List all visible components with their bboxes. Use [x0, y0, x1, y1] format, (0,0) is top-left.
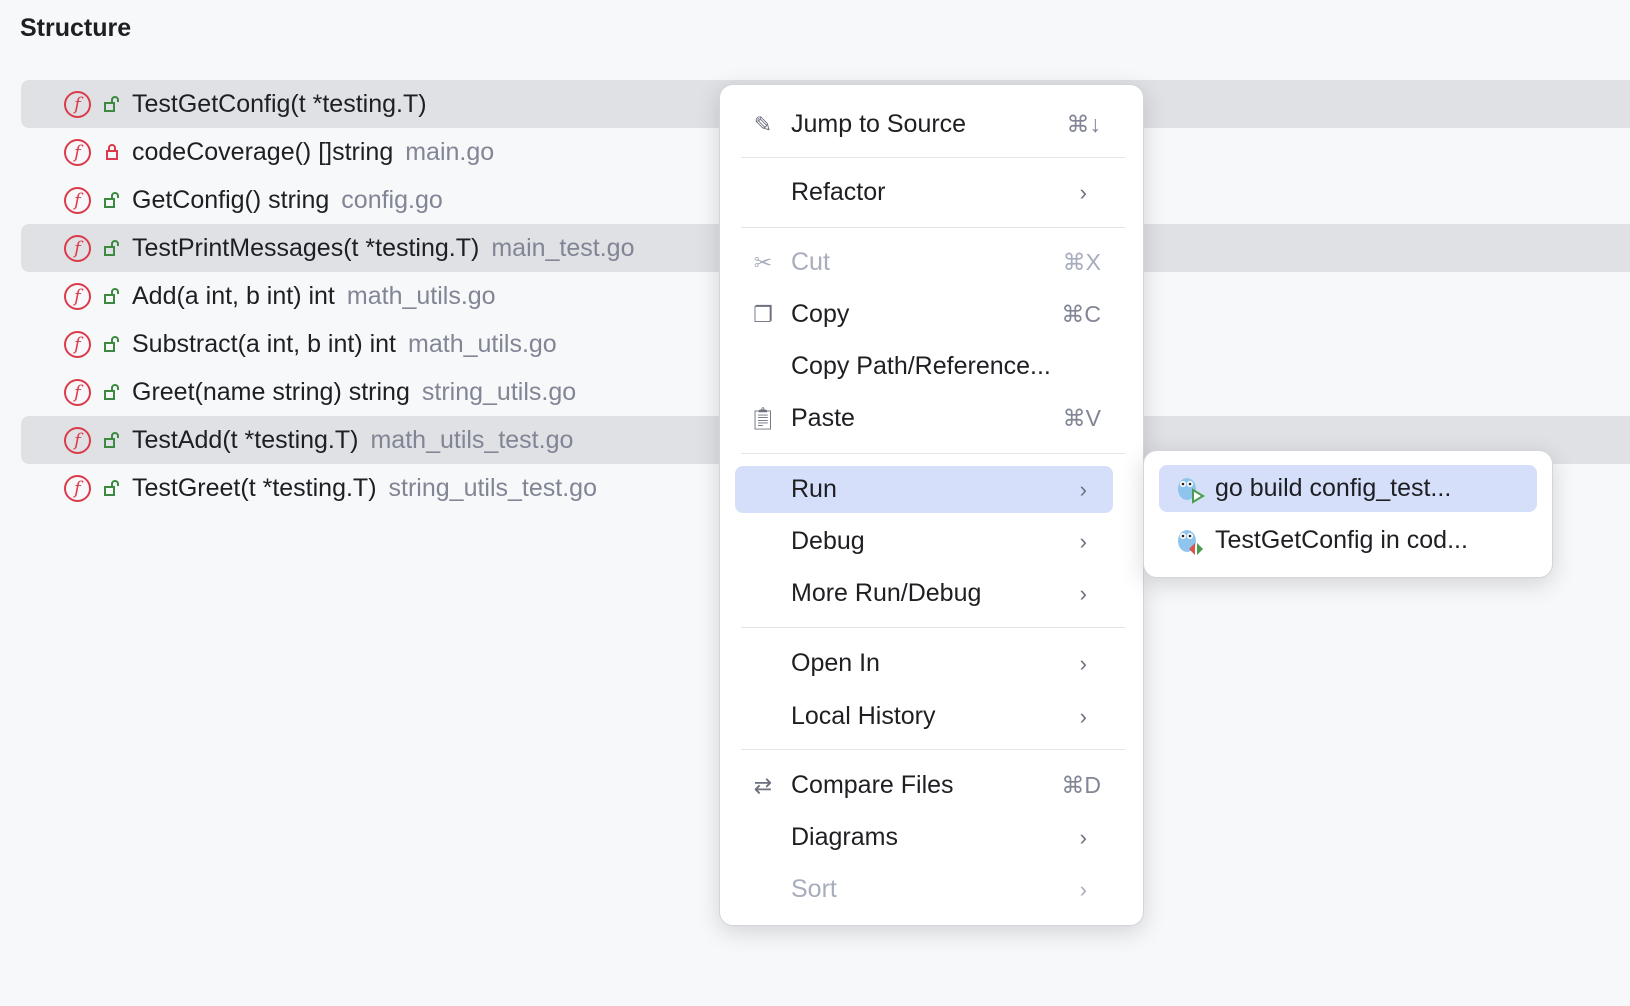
submenu-item-go-build[interactable]: go build config_test... — [1159, 465, 1537, 512]
item-name: TestPrintMessages(t *testing.T) — [132, 234, 479, 262]
lock-open-icon — [103, 383, 121, 401]
chevron-right-icon: › — [1080, 180, 1087, 206]
function-icon: f — [64, 379, 91, 406]
menu-item-local-history[interactable]: Local History › — [735, 693, 1113, 740]
item-file: main.go — [405, 138, 494, 166]
chevron-right-icon: › — [1080, 529, 1087, 555]
copy-icon: ❐ — [749, 301, 777, 329]
menu-item-cut[interactable]: ✂ Cut ⌘X — [735, 239, 1113, 286]
item-file: math_utils_test.go — [370, 426, 573, 454]
item-name: Greet(name string) string — [132, 378, 410, 406]
item-file: main_test.go — [491, 234, 634, 262]
menu-item-jump-to-source[interactable]: ✎ Jump to Source ⌘↓ — [735, 101, 1113, 148]
chevron-right-icon: › — [1080, 651, 1087, 677]
item-name: Add(a int, b int) int — [132, 282, 335, 310]
menu-item-compare-files[interactable]: ⇄ Compare Files ⌘D — [735, 762, 1113, 809]
chevron-right-icon: › — [1080, 704, 1087, 730]
chevron-right-icon: › — [1080, 581, 1087, 607]
separator — [741, 157, 1125, 158]
context-menu: ✎ Jump to Source ⌘↓ Refactor › ✂ Cut ⌘X … — [719, 84, 1144, 926]
run-submenu: go build config_test... TestGetConfig in… — [1143, 450, 1553, 578]
separator — [741, 227, 1125, 228]
menu-item-more-run-debug[interactable]: More Run/Debug › — [735, 570, 1113, 617]
separator — [741, 453, 1125, 454]
menu-item-copy-path[interactable]: Copy Path/Reference... — [735, 343, 1113, 390]
item-name: GetConfig() string — [132, 186, 329, 214]
lock-open-icon — [103, 239, 121, 257]
clipboard-icon: 📋︎ — [749, 405, 777, 433]
chevron-right-icon: › — [1080, 877, 1087, 903]
lock-open-icon — [103, 95, 121, 113]
item-file: string_utils.go — [422, 378, 576, 406]
submenu-item-test-get-config[interactable]: TestGetConfig in cod... — [1159, 517, 1537, 564]
lock-open-icon — [103, 335, 121, 353]
chevron-right-icon: › — [1080, 477, 1087, 503]
scissors-icon: ✂ — [749, 249, 777, 277]
lock-open-icon — [103, 431, 121, 449]
menu-item-open-in[interactable]: Open In › — [735, 640, 1113, 687]
lock-open-icon — [103, 191, 121, 209]
item-file: math_utils.go — [408, 330, 557, 358]
function-icon: f — [64, 91, 91, 118]
item-file: config.go — [341, 186, 442, 214]
menu-item-sort[interactable]: Sort › — [735, 866, 1113, 913]
panel-title: Structure — [20, 14, 131, 43]
menu-item-run[interactable]: Run › — [735, 466, 1113, 513]
item-file: string_utils_test.go — [389, 474, 597, 502]
function-icon: f — [64, 283, 91, 310]
lock-open-icon — [103, 479, 121, 497]
function-icon: f — [64, 235, 91, 262]
lock-open-icon — [103, 287, 121, 305]
menu-item-diagrams[interactable]: Diagrams › — [735, 814, 1113, 861]
function-icon: f — [64, 427, 91, 454]
function-icon: f — [64, 187, 91, 214]
function-icon: f — [64, 139, 91, 166]
menu-item-debug[interactable]: Debug › — [735, 518, 1113, 565]
function-icon: f — [64, 331, 91, 358]
item-name: TestAdd(t *testing.T) — [132, 426, 358, 454]
go-run-icon — [1175, 474, 1205, 504]
chevron-right-icon: › — [1080, 825, 1087, 851]
separator — [741, 627, 1125, 628]
menu-item-paste[interactable]: 📋︎ Paste ⌘V — [735, 395, 1113, 442]
item-name: Substract(a int, b int) int — [132, 330, 396, 358]
lock-closed-icon — [103, 143, 121, 161]
item-file: math_utils.go — [347, 282, 496, 310]
compare-arrows-icon: ⇄ — [749, 772, 777, 800]
menu-item-copy[interactable]: ❐ Copy ⌘C — [735, 291, 1113, 338]
separator — [741, 749, 1125, 750]
menu-item-refactor[interactable]: Refactor › — [735, 169, 1113, 216]
pencil-icon: ✎ — [749, 111, 777, 139]
item-name: TestGetConfig(t *testing.T) — [132, 90, 427, 118]
item-name: codeCoverage() []string — [132, 138, 393, 166]
function-icon: f — [64, 475, 91, 502]
go-test-icon — [1175, 526, 1205, 556]
item-name: TestGreet(t *testing.T) — [132, 474, 377, 502]
